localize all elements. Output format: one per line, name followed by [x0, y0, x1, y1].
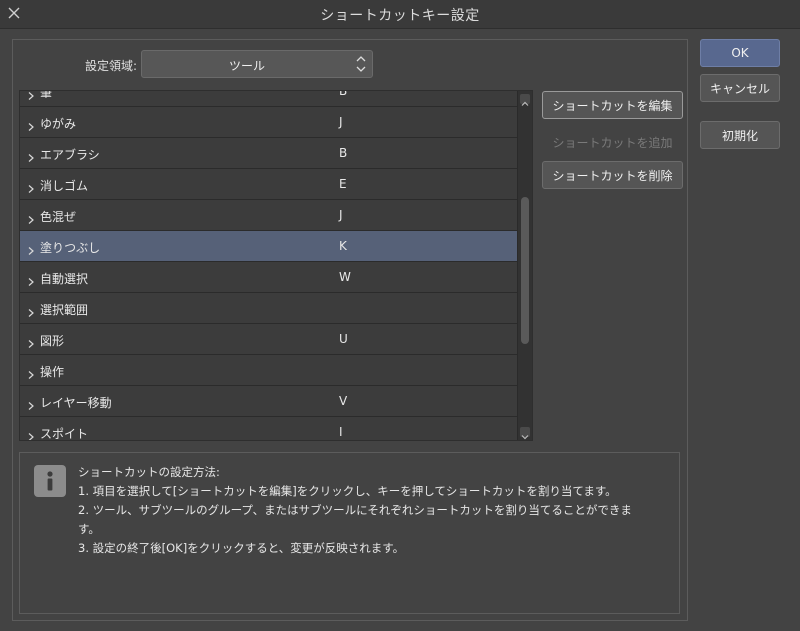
- list-item-key: J: [339, 115, 343, 129]
- list-item-name: レイヤー移動: [40, 396, 112, 410]
- list-item[interactable]: エアブラシ B: [20, 138, 517, 169]
- chevron-right-icon[interactable]: [26, 272, 36, 286]
- list-item[interactable]: 自動選択 W: [20, 262, 517, 293]
- list-item-key: I: [339, 425, 343, 439]
- list-item-name: 選択範囲: [40, 303, 89, 317]
- chevron-right-icon[interactable]: [26, 91, 36, 100]
- updown-chevron-icon: [354, 53, 368, 75]
- info-icon: [34, 465, 66, 497]
- window-title: ショートカットキー設定: [320, 8, 480, 24]
- help-step-2: 2. ツール、サブツールのグループ、またはサブツールにそれぞれショートカットを割…: [78, 503, 632, 517]
- chevron-right-icon[interactable]: [26, 117, 36, 131]
- list-scrollbar[interactable]: [517, 91, 532, 440]
- cancel-button[interactable]: キャンセル: [700, 74, 780, 102]
- list-item-name: エアブラシ: [40, 148, 100, 162]
- list-item[interactable]: 筆B: [20, 90, 517, 107]
- list-item-name: 消しゴム: [40, 179, 89, 193]
- chevron-right-icon[interactable]: [26, 334, 36, 348]
- list-item-key: J: [339, 208, 343, 222]
- list-item-key: B: [339, 146, 348, 160]
- domain-label: 設定領域:: [85, 59, 138, 73]
- list-item[interactable]: レイヤー移動 V: [20, 386, 517, 417]
- list-item-name: 筆: [40, 90, 53, 100]
- list-item-name: スポイト: [40, 427, 89, 441]
- domain-select[interactable]: ツール: [141, 50, 373, 78]
- scroll-thumb[interactable]: [521, 197, 529, 344]
- list-item[interactable]: スポイト I: [20, 417, 517, 441]
- chevron-right-icon[interactable]: [26, 427, 36, 440]
- add-shortcut-button[interactable]: ショートカットを追加: [542, 128, 683, 156]
- chevron-right-icon[interactable]: [26, 396, 36, 410]
- list-item-key: B: [339, 90, 348, 98]
- help-step-2-cont: す。: [78, 522, 100, 536]
- title-bar: ショートカットキー設定: [0, 0, 800, 29]
- list-item-name: 自動選択: [40, 272, 89, 286]
- delete-shortcut-button[interactable]: ショートカットを削除: [542, 161, 683, 189]
- list-item[interactable]: 選択範囲: [20, 293, 517, 324]
- domain-select-value: ツール: [228, 59, 265, 73]
- list-item-name: 色混ぜ: [40, 210, 77, 224]
- list-item[interactable]: ゆがみ J: [20, 107, 517, 138]
- chevron-right-icon[interactable]: [26, 241, 36, 255]
- help-text: ショートカットの設定方法: 1. 項目を選択して[ショートカットを編集]をクリッ…: [78, 463, 632, 558]
- chevron-right-icon[interactable]: [26, 179, 36, 193]
- scroll-up-icon[interactable]: [520, 94, 530, 106]
- chevron-right-icon[interactable]: [26, 303, 36, 317]
- list-item-key: V: [339, 394, 348, 408]
- chevron-right-icon[interactable]: [26, 365, 36, 379]
- list-item-name: 塗りつぶし: [40, 241, 101, 255]
- help-step-3: 3. 設定の終了後[OK]をクリックすると、変更が反映されます。: [78, 541, 405, 555]
- list-item[interactable]: 操作: [20, 355, 517, 386]
- list-item-name: 図形: [40, 334, 65, 348]
- tool-shortcut-list[interactable]: 筆 B ゆがみ J エアブラシ B 消しゴム E 色混ぜ J 塗りつぶし K 自動選択 W 選択範囲 図形 U 操…: [19, 90, 533, 441]
- scroll-down-icon[interactable]: [520, 427, 530, 440]
- ok-button[interactable]: OK: [700, 39, 780, 67]
- help-info-box: ショートカットの設定方法: 1. 項目を選択して[ショートカットを編集]をクリッ…: [19, 452, 680, 614]
- list-item-key: W: [339, 270, 351, 284]
- list-item[interactable]: 図形 U: [20, 324, 517, 355]
- list-rows: 筆 B ゆがみ J エアブラシ B 消しゴム E 色混ぜ J 塗りつぶし K 自動選択 W 選択範囲 図形 U 操…: [20, 90, 517, 441]
- help-step-1: 1. 項目を選択して[ショートカットを編集]をクリックし、キーを押してショートカ…: [78, 484, 617, 498]
- list-item-name: ゆがみ: [40, 117, 77, 131]
- chevron-right-icon[interactable]: [26, 210, 36, 224]
- list-item[interactable]: 消しゴム E: [20, 169, 517, 200]
- list-item-key: K: [339, 239, 347, 253]
- list-item-key: E: [339, 177, 347, 191]
- chevron-right-icon[interactable]: [26, 148, 36, 162]
- list-item[interactable]: 色混ぜ J: [20, 200, 517, 231]
- list-item[interactable]: 塗りつぶし K: [20, 231, 517, 262]
- edit-shortcut-button[interactable]: ショートカットを編集: [542, 91, 683, 119]
- reset-button[interactable]: 初期化: [700, 121, 780, 149]
- list-item-key: U: [339, 332, 348, 346]
- help-heading: ショートカットの設定方法:: [78, 465, 220, 479]
- list-item-name: 操作: [40, 365, 65, 379]
